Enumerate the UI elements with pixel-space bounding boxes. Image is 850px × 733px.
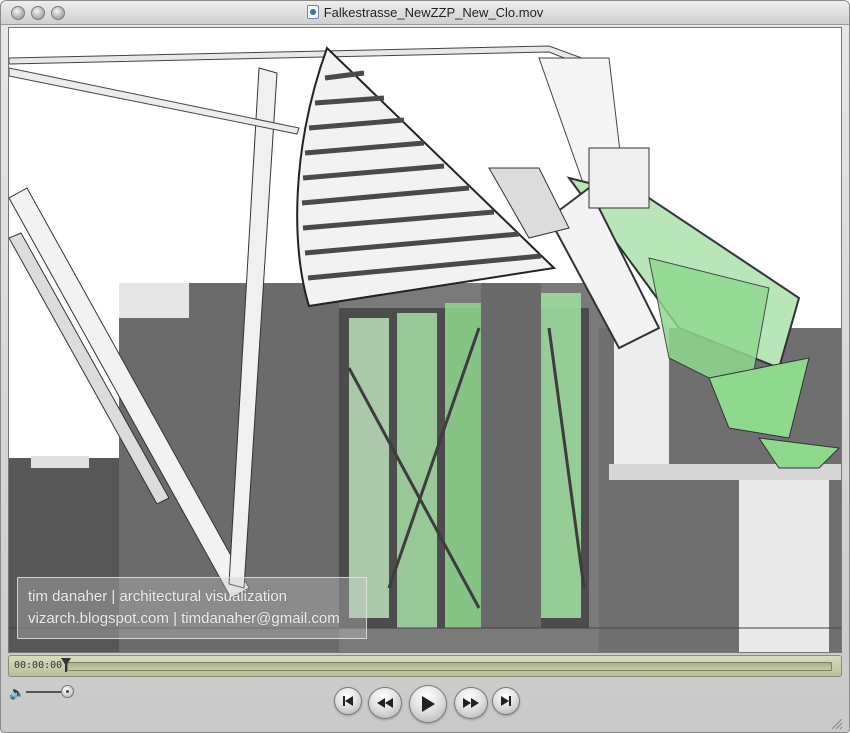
current-time: 00:00:00	[14, 660, 63, 671]
video-frame[interactable]: tim danaher | architectural visualizatio…	[8, 27, 842, 653]
playhead-stem	[65, 664, 67, 672]
skip-to-start-button[interactable]	[334, 687, 362, 715]
skip-to-end-icon	[501, 696, 511, 706]
play-button[interactable]	[409, 685, 447, 723]
window-title-area: Falkestrasse_NewZZP_New_Clo.mov	[1, 5, 849, 20]
watermark-overlay: tim danaher | architectural visualizatio…	[17, 577, 367, 639]
rewind-icon	[377, 698, 393, 708]
skip-to-start-icon	[343, 696, 353, 706]
fast-forward-button[interactable]	[454, 687, 488, 719]
architectural-rendering	[9, 28, 841, 652]
movie-file-icon	[306, 5, 319, 19]
play-icon	[422, 696, 435, 712]
window-title: Falkestrasse_NewZZP_New_Clo.mov	[323, 5, 544, 20]
fast-forward-icon	[463, 698, 479, 708]
title-bar[interactable]: Falkestrasse_NewZZP_New_Clo.mov	[1, 1, 849, 25]
speaker-icon: 🔈	[9, 685, 26, 700]
watermark-line-2: vizarch.blogspot.com | timdanaher@gmail.…	[28, 610, 340, 627]
playback-controls: 🔈	[1, 679, 849, 732]
watermark-line-1: tim danaher | architectural visualizatio…	[28, 588, 288, 605]
timeline-bar[interactable]: 00:00:00	[8, 655, 842, 677]
rewind-button[interactable]	[368, 687, 402, 719]
resize-grip-icon[interactable]	[829, 716, 843, 730]
timeline-track[interactable]	[67, 662, 832, 671]
volume-knob[interactable]	[61, 685, 74, 698]
skip-to-end-button[interactable]	[492, 687, 520, 715]
quicktime-window: Falkestrasse_NewZZP_New_Clo.mov tim dana…	[0, 0, 850, 733]
